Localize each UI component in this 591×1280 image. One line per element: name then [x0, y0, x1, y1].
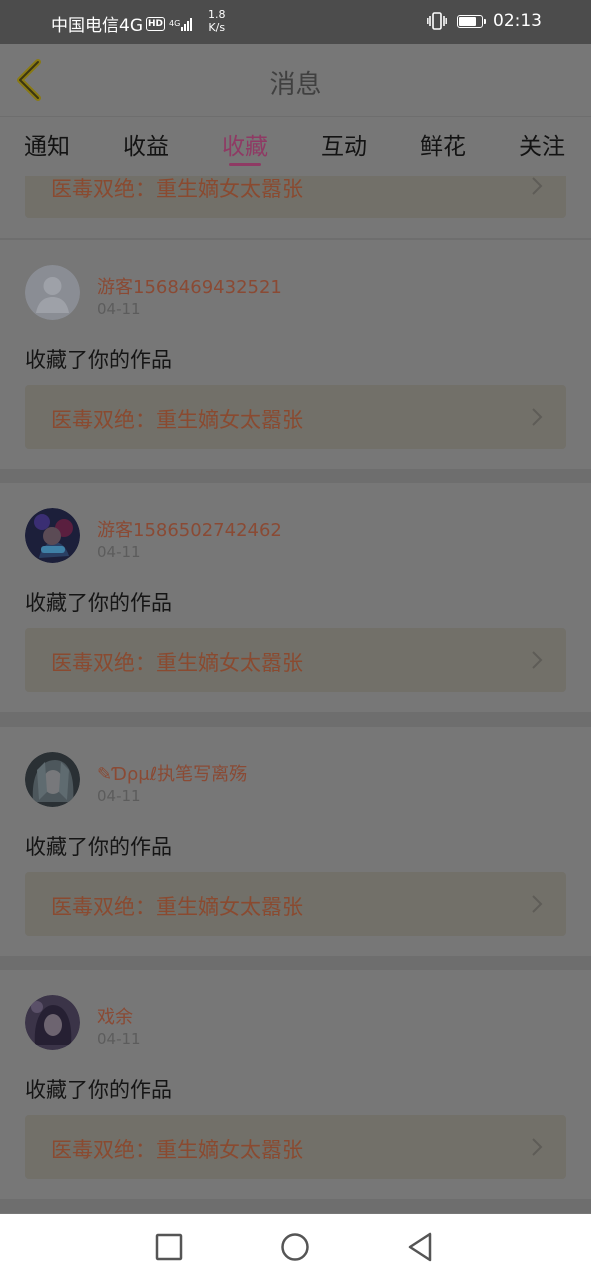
vibrate-icon: [427, 12, 447, 30]
favorites-feed[interactable]: 医毒双绝：重生嫡女太嚣张 游客1568469432521 04-11 收藏了你的…: [0, 176, 591, 1214]
work-title: 医毒双绝：重生嫡女太嚣张: [51, 177, 303, 201]
list-item-partial: 医毒双绝：重生嫡女太嚣张: [0, 176, 591, 238]
work-title: 医毒双绝：重生嫡女太嚣张: [51, 1138, 303, 1162]
network-speed: 1.8 K/s: [208, 8, 226, 34]
status-right: 02:13: [427, 11, 542, 31]
system-nav-bar: [0, 1214, 591, 1280]
work-link[interactable]: 医毒双绝：重生嫡女太嚣张: [25, 1115, 566, 1179]
tab-following[interactable]: 关注: [519, 127, 565, 161]
chevron-right-icon: [532, 651, 543, 669]
work-link[interactable]: 医毒双绝：重生嫡女太嚣张: [25, 628, 566, 692]
list-item: 戏余 04-11 收藏了你的作品 医毒双绝：重生嫡女太嚣张: [0, 970, 591, 1199]
default-avatar-icon[interactable]: [25, 265, 80, 320]
header: 消息: [0, 44, 591, 116]
action-text: 收藏了你的作品: [25, 591, 172, 615]
post-date: 04-11: [97, 787, 141, 805]
tab-notifications[interactable]: 通知: [24, 127, 70, 161]
battery-fill: [459, 16, 476, 26]
tab-earnings[interactable]: 收益: [123, 127, 169, 161]
recent-apps-icon[interactable]: [152, 1230, 186, 1264]
carrier-label: 中国电信4G: [51, 16, 143, 36]
anime-avatar[interactable]: [25, 508, 80, 563]
post-date: 04-11: [97, 300, 141, 318]
tab-flowers[interactable]: 鲜花: [420, 127, 466, 161]
list-item: ✎Ɗρμℓ执笔写离殇 04-11 收藏了你的作品 医毒双绝：重生嫡女太嚣张: [0, 727, 591, 956]
work-title: 医毒双绝：重生嫡女太嚣张: [51, 651, 303, 675]
list-item: 游客1586502742462 04-11 收藏了你的作品 医毒双绝：重生嫡女太…: [0, 483, 591, 712]
action-text: 收藏了你的作品: [25, 835, 172, 859]
home-icon[interactable]: [278, 1230, 312, 1264]
user-name[interactable]: ✎Ɗρμℓ执笔写离殇: [97, 760, 247, 786]
anime-girl-avatar[interactable]: [25, 752, 80, 807]
speed-unit: K/s: [208, 21, 226, 34]
signal-icon: [181, 17, 193, 31]
speed-value: 1.8: [208, 8, 226, 21]
post-date: 04-11: [97, 543, 141, 561]
page-title: 消息: [269, 70, 322, 100]
chevron-right-icon: [532, 1138, 543, 1156]
user-name[interactable]: 游客1568469432521: [97, 273, 282, 299]
tab-bar: 通知 收益 收藏 互动 鲜花 关注: [0, 116, 591, 176]
action-text: 收藏了你的作品: [25, 348, 172, 372]
status-bar: 中国电信4G HD 4G 1.8 K/s 02:13: [0, 0, 591, 44]
work-title: 医毒双绝：重生嫡女太嚣张: [51, 408, 303, 432]
user-name[interactable]: 游客1586502742462: [97, 516, 282, 542]
list-item: 游客1568469432521 04-11 收藏了你的作品 医毒双绝：重生嫡女太…: [0, 240, 591, 469]
status-time: 02:13: [493, 11, 542, 31]
work-link[interactable]: 医毒双绝：重生嫡女太嚣张: [25, 385, 566, 449]
battery-icon: [457, 14, 486, 28]
work-title: 医毒双绝：重生嫡女太嚣张: [51, 895, 303, 919]
hd-badge: HD: [146, 16, 166, 31]
tab-interactions[interactable]: 互动: [321, 127, 367, 161]
user-name[interactable]: 戏余: [97, 1003, 133, 1029]
tab-favorites[interactable]: 收藏: [222, 127, 268, 161]
action-text: 收藏了你的作品: [25, 1078, 172, 1102]
chevron-right-icon: [532, 177, 543, 195]
chevron-right-icon: [532, 895, 543, 913]
signal-type-label: 4G: [169, 18, 181, 28]
post-date: 04-11: [97, 1030, 141, 1048]
status-left: 中国电信4G HD 4G: [51, 11, 193, 36]
chevron-right-icon: [532, 408, 543, 426]
anime-portrait-avatar[interactable]: [25, 995, 80, 1050]
work-link[interactable]: 医毒双绝：重生嫡女太嚣张: [25, 872, 566, 936]
active-tab-indicator: [229, 163, 261, 166]
back-triangle-icon[interactable]: [404, 1230, 438, 1264]
work-link[interactable]: 医毒双绝：重生嫡女太嚣张: [25, 176, 566, 218]
